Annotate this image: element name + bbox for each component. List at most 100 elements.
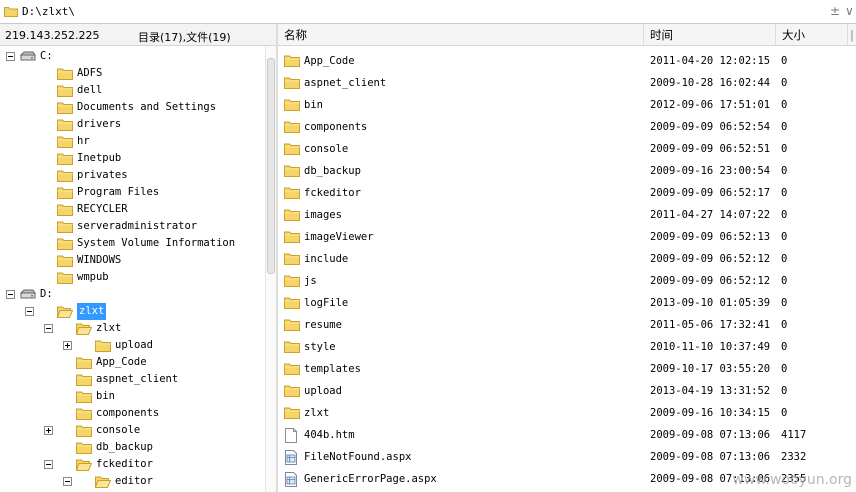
tree-node[interactable]: App_Code xyxy=(0,354,264,371)
folder-icon xyxy=(284,275,300,287)
tree-node[interactable]: Documents and Settings xyxy=(0,99,264,116)
tree-node[interactable]: privates xyxy=(0,167,264,184)
folder-icon xyxy=(284,121,300,133)
file-name: db_backup xyxy=(304,165,361,177)
tree-node[interactable]: C: xyxy=(0,48,264,65)
tree-node[interactable]: editor xyxy=(0,473,264,490)
file-size: 0 xyxy=(781,319,788,331)
tree-scrollbar-thumb[interactable] xyxy=(267,58,275,274)
tree-node[interactable]: serveradministrator xyxy=(0,218,264,235)
tree-node[interactable]: aspnet_client xyxy=(0,371,264,388)
folder-icon xyxy=(284,99,300,111)
collapse-icon[interactable] xyxy=(44,324,53,333)
folder-icon xyxy=(284,187,300,199)
address-path[interactable]: D:\zlxt\ xyxy=(22,5,75,18)
file-row[interactable]: resume 2011-05-06 17:32:41 0 xyxy=(278,314,856,336)
column-name[interactable]: 名称 xyxy=(278,24,644,45)
file-row[interactable]: include 2009-09-09 06:52:12 0 xyxy=(278,248,856,270)
column-size[interactable]: 大小 xyxy=(776,24,848,45)
file-row[interactable]: style 2010-11-10 10:37:49 0 xyxy=(278,336,856,358)
tree-node-label: zlxt xyxy=(77,303,107,320)
expand-icon[interactable] xyxy=(44,426,53,435)
tree-node[interactable]: System Volume Information xyxy=(0,235,264,252)
file-row[interactable]: components 2009-09-09 06:52:54 0 xyxy=(278,116,856,138)
file-row[interactable]: console 2009-09-09 06:52:51 0 xyxy=(278,138,856,160)
tree-node[interactable]: components xyxy=(0,405,264,422)
file-time: 2009-09-09 06:52:54 xyxy=(650,121,771,133)
file-size: 0 xyxy=(781,99,788,111)
file-row[interactable]: images 2011-04-27 14:07:22 0 xyxy=(278,204,856,226)
file-row[interactable]: fckeditor 2009-09-09 06:52:17 0 xyxy=(278,182,856,204)
tree-node[interactable]: drivers xyxy=(0,116,264,133)
tree-node[interactable]: upload xyxy=(0,337,264,354)
file-row[interactable]: js 2009-09-09 06:52:12 0 xyxy=(278,270,856,292)
file-row[interactable]: zlxt 2009-09-16 10:34:15 0 xyxy=(278,402,856,424)
tree-node[interactable]: D: xyxy=(0,286,264,303)
file-row[interactable]: db_backup 2009-09-16 23:00:54 0 xyxy=(278,160,856,182)
file-row[interactable]: FileNotFound.aspx 2009-09-08 07:13:06 2332 xyxy=(278,446,856,468)
file-row[interactable]: App_Code 2011-04-20 12:02:15 0 xyxy=(278,50,856,72)
file-time: 2009-10-28 16:02:44 xyxy=(650,77,771,89)
file-size: 4117 xyxy=(781,429,807,441)
file-time: 2009-09-08 07:13:06 xyxy=(650,451,771,463)
column-header: 名称 时间 大小 | xyxy=(278,24,856,46)
tree-node[interactable]: fckeditor xyxy=(0,456,264,473)
minimize-icon[interactable]: ± xyxy=(830,4,840,18)
tree-node[interactable]: bin xyxy=(0,388,264,405)
file-time: 2009-09-08 07:13:06 xyxy=(650,429,771,441)
collapse-icon[interactable] xyxy=(6,290,15,299)
file-size: 0 xyxy=(781,407,788,419)
folder-tree: C: ADFS dell Documents and Settings drivers h… xyxy=(0,46,276,492)
file-row[interactable]: imageViewer 2009-09-09 06:52:13 0 xyxy=(278,226,856,248)
file-time: 2009-09-09 06:52:12 xyxy=(650,275,771,287)
file-row[interactable]: 404b.htm 2009-09-08 07:13:06 4117 xyxy=(278,424,856,446)
collapse-icon[interactable] xyxy=(6,52,15,61)
folder-icon xyxy=(284,363,300,375)
tree-node[interactable]: wmpub xyxy=(0,269,264,286)
folder-icon xyxy=(76,442,92,454)
file-icon xyxy=(285,428,297,443)
tree-node[interactable]: dell xyxy=(0,82,264,99)
file-row[interactable]: templates 2009-10-17 03:55:20 0 xyxy=(278,358,856,380)
drive-icon xyxy=(20,51,36,61)
tree-node-label: Inetpub xyxy=(77,152,122,164)
folder-icon xyxy=(284,77,300,89)
file-row[interactable]: upload 2013-04-19 13:31:52 0 xyxy=(278,380,856,402)
file-name: aspnet_client xyxy=(304,77,387,89)
tree-node[interactable]: Program Files xyxy=(0,184,264,201)
tree-node[interactable]: console xyxy=(0,422,264,439)
column-extra[interactable]: | xyxy=(848,24,856,45)
folder-open-icon xyxy=(76,323,92,335)
collapse-icon[interactable] xyxy=(44,460,53,469)
file-name: include xyxy=(304,253,349,265)
tree-node-label: App_Code xyxy=(96,356,147,368)
tree-node[interactable]: zlxt xyxy=(0,303,264,320)
tree-scrollbar[interactable] xyxy=(265,46,276,492)
file-row[interactable]: aspnet_client 2009-10-28 16:02:44 0 xyxy=(278,72,856,94)
drive-icon xyxy=(20,289,36,299)
file-name: logFile xyxy=(304,297,349,309)
folder-icon xyxy=(95,340,111,352)
tree-node[interactable]: db_backup xyxy=(0,439,264,456)
file-name: images xyxy=(304,209,342,221)
file-size: 0 xyxy=(781,165,788,177)
tree-node[interactable]: ADFS xyxy=(0,65,264,82)
collapse-icon[interactable] xyxy=(25,307,34,316)
chevron-down-icon[interactable]: ∨ xyxy=(845,4,854,18)
folder-icon xyxy=(76,357,92,369)
file-name: App_Code xyxy=(304,55,355,67)
file-name: imageViewer xyxy=(304,231,374,243)
tree-node[interactable]: WINDOWS xyxy=(0,252,264,269)
file-time: 2013-04-19 13:31:52 xyxy=(650,385,771,397)
tree-node[interactable]: hr xyxy=(0,133,264,150)
tree-node[interactable]: RECYCLER xyxy=(0,201,264,218)
file-name: fckeditor xyxy=(304,187,361,199)
tree-node[interactable]: Inetpub xyxy=(0,150,264,167)
file-row[interactable]: logFile 2013-09-10 01:05:39 0 xyxy=(278,292,856,314)
folder-icon xyxy=(284,407,300,419)
file-row[interactable]: bin 2012-09-06 17:51:01 0 xyxy=(278,94,856,116)
column-time[interactable]: 时间 xyxy=(644,24,776,45)
collapse-icon[interactable] xyxy=(63,477,72,486)
tree-node[interactable]: zlxt xyxy=(0,320,264,337)
expand-icon[interactable] xyxy=(63,341,72,350)
